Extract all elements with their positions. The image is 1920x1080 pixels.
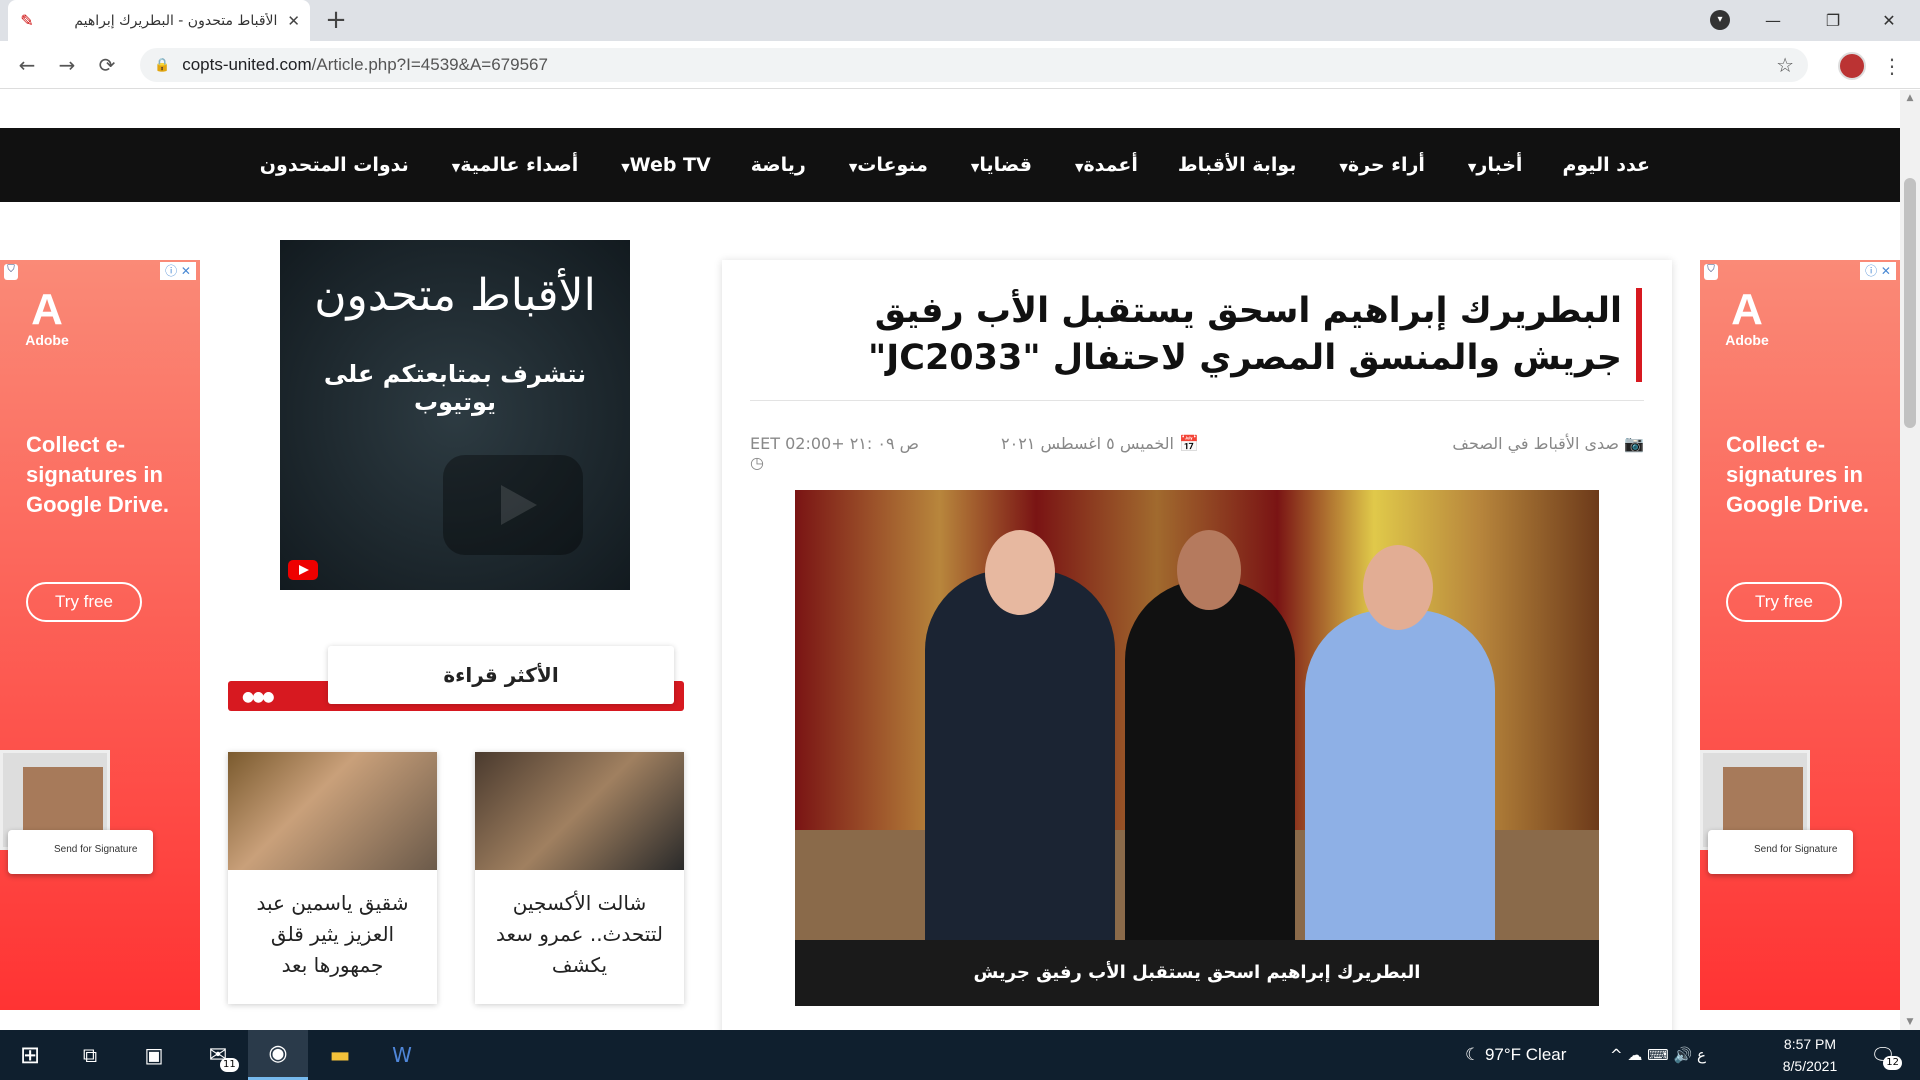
article-photo-caption: البطريرك إبراهيم اسحق يستقبل الأب رفيق ج… <box>795 940 1599 1006</box>
windows-start-icon[interactable]: ⊞ <box>0 1030 60 1080</box>
notification-badge: 12 <box>1883 1056 1902 1070</box>
ad-choices-icon[interactable]: ⓘ ✕ <box>160 262 196 280</box>
main-navigation: عدد اليوم أخبار▼ أراء حرة▼ بوابة الأقباط أعم… <box>0 128 1900 202</box>
app-icon[interactable]: ▣ <box>124 1030 184 1080</box>
site-favicon-icon: ✎ <box>20 10 34 30</box>
nav-item[interactable]: عدد اليوم <box>1542 154 1670 176</box>
youtube-promo-subtitle: نتشرف بمتابعتكم على يوتيوب <box>323 360 587 416</box>
scroll-down-icon[interactable]: ▼ <box>1900 1014 1920 1030</box>
article-photo[interactable] <box>795 490 1599 940</box>
notification-icon[interactable]: 🗨 12 <box>1868 1040 1902 1070</box>
ad-try-free-button[interactable]: Try free <box>1726 582 1842 622</box>
tab-title: الأقباط متحدون - البطريرك إبراهيم <box>74 12 278 29</box>
task-view-icon[interactable]: ⧉ <box>60 1030 120 1080</box>
most-read-card[interactable]: شقيق ياسمين عبد العزيز يثير قلق جمهورها … <box>228 752 437 1004</box>
ad-signature-card: Send for Signature <box>1708 830 1853 874</box>
close-window-button[interactable]: ✕ <box>1866 0 1912 41</box>
chrome-icon[interactable]: ◉ <box>248 1030 308 1080</box>
youtube-logo-icon <box>288 560 318 580</box>
nav-item[interactable]: ندوات المتحدون <box>240 154 429 176</box>
maximize-button[interactable]: ❐ <box>1810 0 1856 41</box>
ad-choices-icon[interactable]: ⓘ ✕ <box>1860 262 1896 280</box>
browser-menu-icon[interactable]: ⋮ <box>1882 52 1902 80</box>
file-explorer-icon[interactable]: ▬ <box>310 1030 370 1080</box>
reload-button[interactable]: ⟳ <box>92 51 122 79</box>
most-read-caption[interactable]: شالت الأكسجين لتتحدث.. عمرو سعد يكشف <box>475 870 684 981</box>
nav-item[interactable]: بوابة الأقباط <box>1158 154 1317 176</box>
most-read-title: الأكثر قراءة <box>328 646 674 704</box>
word-icon[interactable]: W <box>372 1030 432 1080</box>
ad-headline: Collect e-signatures in Google Drive. <box>1726 432 1870 517</box>
caret-down-icon: ▼ <box>621 161 630 174</box>
ad-signature-card: Send for Signature <box>8 830 153 874</box>
url-text: copts-united.com/Article.php?I=4539&A=67… <box>182 55 548 74</box>
nav-item[interactable]: Web TV▼ <box>598 154 731 176</box>
caret-down-icon: ▼ <box>1339 161 1348 174</box>
divider <box>750 400 1644 401</box>
ad-left[interactable]: ⛉ ⓘ ✕ A Adobe Collect e-signatures in Goo… <box>0 260 200 1010</box>
mail-badge: 11 <box>220 1058 239 1072</box>
caret-down-icon: ▼ <box>848 161 858 174</box>
taskbar-clock[interactable]: 8:57 PM 8/5/2021 <box>1760 1033 1860 1077</box>
caret-down-icon: ▼ <box>451 161 461 174</box>
page-scrollbar[interactable]: ▲ ▼ <box>1900 90 1920 1030</box>
nav-item[interactable]: أعمدة▼ <box>1052 154 1158 176</box>
ad-try-free-button[interactable]: Try free <box>26 582 142 622</box>
ad-headline: Collect e-signatures in Google Drive. <box>26 432 170 517</box>
moon-icon: ☾ <box>1465 1045 1485 1064</box>
forward-button[interactable]: → <box>52 51 82 79</box>
nav-item[interactable]: أصداء عالمية▼ <box>429 154 598 176</box>
article-category[interactable]: 📷 صدى الأقباط في الصحف <box>1452 434 1644 453</box>
address-bar[interactable]: 🔒 copts-united.com/Article.php?I=4539&A=… <box>140 48 1808 82</box>
dots-icon: ●●● <box>242 689 275 705</box>
profile-avatar[interactable] <box>1838 52 1866 80</box>
tab-search-icon[interactable]: ▾ <box>1710 10 1730 30</box>
ad-shield-icon: ⛉ <box>1704 264 1718 280</box>
youtube-promo[interactable]: الأقباط متحدون نتشرف بمتابعتكم على يوتيو… <box>280 240 630 590</box>
scroll-up-icon[interactable]: ▲ <box>1900 90 1920 106</box>
adobe-logo-icon: A Adobe <box>25 285 69 349</box>
article-card: البطريرك إبراهيم اسحق يستقبل الأب رفيق ج… <box>722 260 1672 1030</box>
nav-item[interactable]: أراء حرة▼ <box>1316 154 1445 176</box>
minimize-button[interactable]: — <box>1750 0 1796 41</box>
article-meta: 📷 صدى الأقباط في الصحف 📅 الخميس ٥ اغسطس … <box>750 434 1644 472</box>
mail-icon[interactable]: ✉ <box>188 1030 248 1080</box>
system-tray[interactable]: ^ ☁ ⌨ 🔊 ع <box>1610 1030 1706 1080</box>
scrollbar-thumb[interactable] <box>1904 178 1916 428</box>
most-read-caption[interactable]: شقيق ياسمين عبد العزيز يثير قلق جمهورها … <box>228 870 437 981</box>
clock-icon: ◷ <box>750 453 764 472</box>
camera-icon: 📷 <box>1618 434 1644 453</box>
nav-item[interactable]: قضايا▼ <box>948 154 1052 176</box>
adobe-logo-icon: A Adobe <box>1725 285 1769 349</box>
calendar-icon: 📅 <box>1173 434 1199 453</box>
most-read-card[interactable]: شالت الأكسجين لتتحدث.. عمرو سعد يكشف <box>475 752 684 1004</box>
bookmark-star-icon[interactable]: ☆ <box>1776 53 1794 77</box>
article-headline: البطريرك إبراهيم اسحق يستقبل الأب رفيق ج… <box>762 288 1642 382</box>
browser-tab[interactable]: ✎ الأقباط متحدون - البطريرك إبراهيم ✕ <box>8 0 310 41</box>
nav-item[interactable]: منوعات▼ <box>826 154 948 176</box>
tab-close-icon[interactable]: ✕ <box>287 12 300 30</box>
most-read-image[interactable] <box>228 752 437 870</box>
nav-item[interactable]: رياضة <box>731 154 826 176</box>
lock-icon[interactable]: 🔒 <box>154 58 170 73</box>
play-icon[interactable] <box>443 455 583 555</box>
new-tab-button[interactable]: + <box>322 6 350 34</box>
most-read-image[interactable] <box>475 752 684 870</box>
article-time: EET 02:00+ ص ٠٩ :٢١ ◷ <box>750 434 919 472</box>
web-page: عدد اليوم أخبار▼ أراء حرة▼ بوابة الأقباط أعم… <box>0 90 1900 1030</box>
back-button[interactable]: ← <box>12 51 42 79</box>
weather-widget[interactable]: ☾ 97°F Clear <box>1465 1030 1566 1080</box>
ad-shield-icon: ⛉ <box>4 264 18 280</box>
ad-right[interactable]: ⛉ ⓘ ✕ A Adobe Collect e-signatures in Goo… <box>1700 260 1900 1010</box>
youtube-promo-title: الأقباط متحدون <box>314 270 596 321</box>
article-date: 📅 الخميس ٥ اغسطس ٢٠٢١ <box>1001 434 1199 453</box>
nav-item[interactable]: أخبار▼ <box>1445 154 1543 176</box>
